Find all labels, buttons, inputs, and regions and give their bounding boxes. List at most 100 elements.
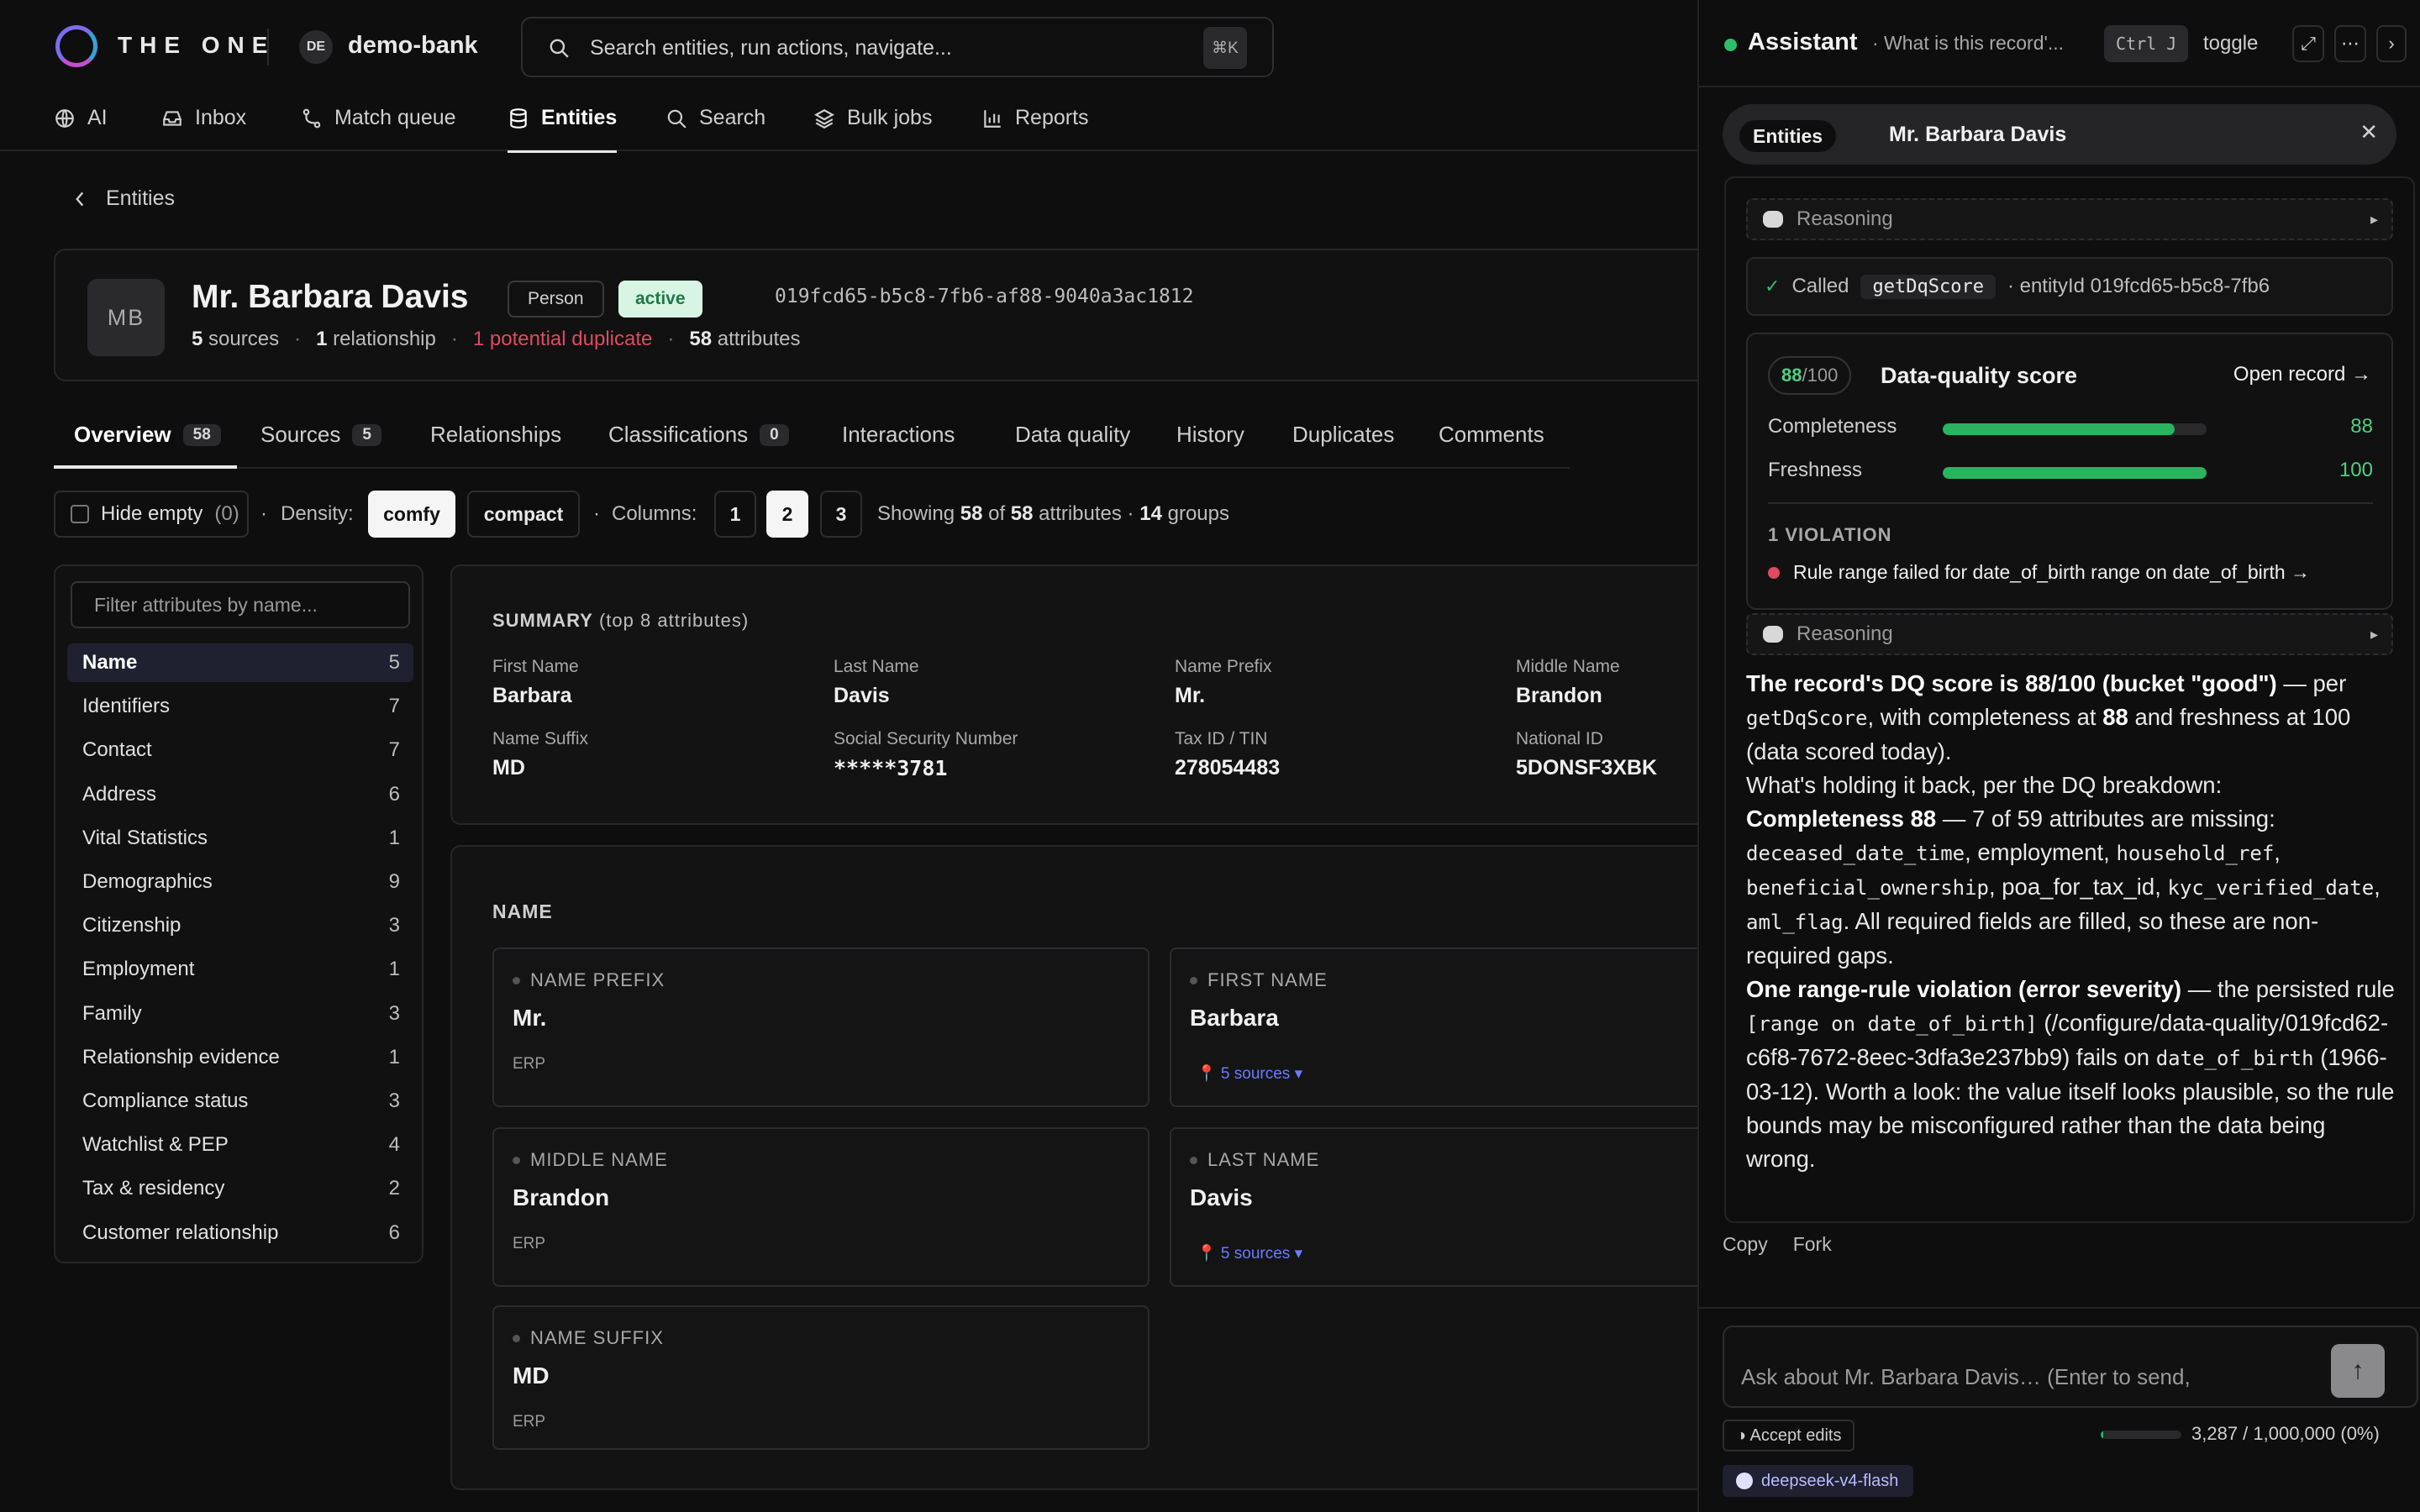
tab-relationships[interactable]: Relationships [430,422,561,448]
accept-edits-button[interactable]: ◑ Accept edits [1723,1420,1855,1452]
answer-code: [range on date_of_birth] [1746,1012,2038,1036]
workspace-name[interactable]: demo-bank [348,32,478,60]
attribute-card-first-name[interactable]: FIRST NAME Barbara 📍 5 sources ▾ [1170,948,1775,1107]
nav-entities[interactable]: Entities [508,106,618,153]
send-arrow-icon[interactable]: ↑ [2331,1344,2385,1398]
answer-code: aml_flag [1746,911,1844,934]
search-icon [667,109,687,129]
nav-label: Bulk jobs [847,106,933,129]
reasoning-label: Reasoning [1797,207,1893,230]
attribute-source: ERP [513,1235,546,1252]
tab-comments[interactable]: Comments [1439,422,1544,448]
error-dot-icon [1768,566,1780,579]
attribute-card-name-suffix[interactable]: NAME SUFFIX MD ERP [492,1305,1150,1450]
group-item[interactable]: Vital Statistics 1 [67,819,413,858]
tab-interactions[interactable]: Interactions [842,422,955,448]
message-input[interactable]: Ask about Mr. Barbara Davis… (Enter to s… [1723,1326,2418,1408]
conversation-title[interactable]: · What is this record'... [1872,32,2064,55]
dq-score-card: 88/100 Data-quality score Open record → … [1746,333,2393,610]
attribute-card-middle-name[interactable]: MIDDLE NAME Brandon ERP [492,1127,1150,1287]
group-item[interactable]: Contact 7 [67,731,413,769]
nav-search[interactable]: Search [666,106,765,151]
more-options-icon[interactable]: ⋯ [2334,25,2366,62]
tab-classifications[interactable]: Classifications 0 [608,422,789,448]
showing-total: 58 [1010,502,1034,525]
chevron-right-icon[interactable]: › [2376,25,2407,62]
relationships-summary[interactable]: 1 relationship [316,328,436,351]
tab-history[interactable]: History [1176,422,1244,448]
global-search-input[interactable]: Search entities, run actions, navigate..… [521,17,1274,77]
showing-attr-label: attributes · [1039,502,1134,525]
reasoning-toggle[interactable]: Reasoning ▸ [1746,613,2393,655]
group-count: 1 [388,826,400,849]
tab-duplicates[interactable]: Duplicates [1292,422,1394,448]
expand-icon[interactable]: ⤢ [2292,25,2324,62]
assistant-answer: The record's DQ score is 88/100 (bucket … [1746,667,2398,1176]
group-item[interactable]: Name 5 [67,643,413,682]
columns-2-button[interactable]: 2 [766,491,808,538]
divider [1768,502,2373,504]
group-item[interactable]: Address 6 [67,775,413,814]
density-comfy-button[interactable]: comfy [368,491,455,538]
freshness-bar-fill [1943,467,2207,479]
tab-overview[interactable]: Overview 58 [74,422,221,448]
top-bar: THE ONE DE demo-bank Search entities, ru… [0,0,1697,94]
breadcrumb[interactable]: Entities [72,186,175,211]
violation-item[interactable]: Rule range failed for date_of_birth rang… [1768,561,2310,584]
group-item[interactable]: Identifiers 7 [67,687,413,726]
nav-match-queue[interactable]: Match queue [301,106,456,151]
relationships-label: relationship [333,328,436,350]
group-count: 3 [388,1001,400,1025]
close-icon[interactable]: ✕ [2360,119,2378,145]
attribute-card-last-name[interactable]: LAST NAME Davis 📍 5 sources ▾ [1170,1127,1775,1287]
group-item[interactable]: Employment 1 [67,950,413,989]
layers-icon [814,109,834,129]
columns-3-button[interactable]: 3 [820,491,862,538]
tool-call-row[interactable]: ✓ Called getDqScore · entityId 019fcd65-… [1746,257,2393,316]
nav-ai[interactable]: AI [54,106,108,151]
fork-button[interactable]: Fork [1793,1233,1832,1256]
group-item[interactable]: Customer relationship 6 [67,1214,413,1252]
context-entity: Mr. Barbara Davis [1889,123,2067,146]
group-label: Tax & residency [82,1177,225,1200]
workspace-avatar[interactable]: DE [299,30,333,64]
relationships-count: 1 [316,328,328,350]
copy-button[interactable]: Copy [1723,1233,1768,1256]
model-selector[interactable]: deepseek-v4-flash [1723,1465,1914,1497]
brand-name[interactable]: THE ONE [118,32,275,59]
nav-inbox[interactable]: Inbox [161,106,246,151]
duplicate-warning-link[interactable]: 1 potential duplicate [473,328,653,351]
showing-of: of [988,502,1006,525]
hide-empty-checkbox[interactable]: Hide empty (0) [54,491,249,538]
sources-dropdown[interactable]: 📍 5 sources ▾ [1197,1063,1302,1084]
reasoning-toggle[interactable]: Reasoning ▸ [1746,198,2393,240]
tab-sources[interactable]: Sources 5 [260,422,381,448]
open-record-link[interactable]: Open record → [2233,363,2371,386]
sources-summary[interactable]: 5 sources [192,328,279,351]
answer-paragraph: One range-rule violation (error severity… [1746,973,2398,1176]
avatar: MB [87,279,165,356]
violation-heading: 1 VIOLATION [1768,524,1892,545]
density-compact-button[interactable]: compact [467,491,580,538]
group-item[interactable]: Compliance status 3 [67,1082,413,1121]
tab-data-quality[interactable]: Data quality [1015,422,1130,448]
summary-card: SUMMARY (top 8 attributes) First Name Bar… [450,564,1761,825]
nav-label: Match queue [334,106,456,129]
nav-bulk-jobs[interactable]: Bulk jobs [813,106,932,151]
group-item[interactable]: Demographics 9 [67,863,413,901]
group-item[interactable]: Family 3 [67,995,413,1033]
filter-attributes-input[interactable]: Filter attributes by name... [71,581,410,628]
group-item[interactable]: Relationship evidence 1 [67,1038,413,1077]
logo-icon[interactable] [55,25,97,67]
group-item[interactable]: Tax & residency 2 [67,1169,413,1208]
group-label: Compliance status [82,1089,249,1112]
nav-reports[interactable]: Reports [981,106,1089,151]
sources-dropdown[interactable]: 📍 5 sources ▾ [1197,1243,1302,1263]
attribute-card-name-prefix[interactable]: NAME PREFIX Mr. ERP [492,948,1150,1107]
group-item[interactable]: Watchlist & PEP 4 [67,1126,413,1164]
group-label: Relationship evidence [82,1045,280,1068]
entity-id[interactable]: 019fcd65-b5c8-7fb6-af88-9040a3ac1812 [775,286,1194,307]
group-item[interactable]: Citizenship 3 [67,906,413,945]
columns-1-button[interactable]: 1 [714,491,756,538]
summary-field-value: *****3781 [834,756,948,780]
